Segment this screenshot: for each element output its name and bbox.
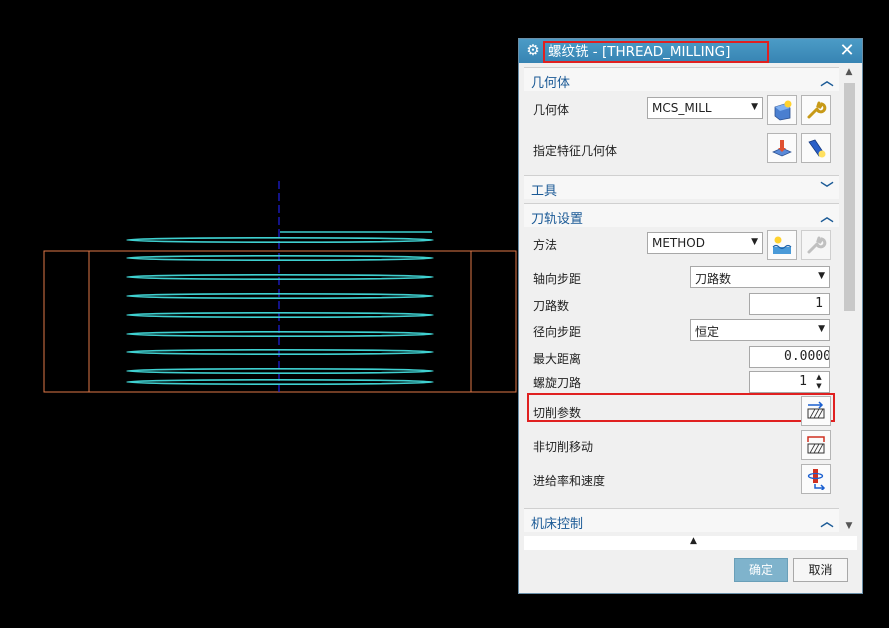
spinner-icon[interactable]: ▲ ▼ <box>813 373 825 392</box>
select-feature-button[interactable] <box>767 133 797 163</box>
scroll-up-icon[interactable]: ▲ <box>841 67 857 79</box>
new-method-button[interactable] <box>767 230 797 260</box>
dialog-content: 几何体 ︿ 几何体 MCS_MILL ▼ 指定特征几何体 工具 ﹀ 刀轨设置 ︿… <box>524 65 839 535</box>
pass-count-input[interactable]: 1 <box>749 293 830 315</box>
wrench-icon <box>807 236 827 254</box>
thread-loop <box>126 273 434 280</box>
chevron-down-icon: ▼ <box>751 237 758 247</box>
section-path-settings-title: 刀轨设置 <box>531 212 584 227</box>
axial-step-select[interactable]: 刀路数 ▼ <box>690 266 830 288</box>
ok-button[interactable]: 确定 <box>734 558 788 582</box>
max-distance-value: 0.0000 <box>784 349 830 364</box>
chevron-down-icon: ▼ <box>818 324 825 334</box>
chevron-down-icon[interactable]: ﹀ <box>819 178 835 197</box>
chevron-up-icon[interactable]: ︿ <box>819 70 835 89</box>
thread-loop <box>126 311 434 318</box>
geometry-label: 几何体 <box>533 103 570 117</box>
method-label: 方法 <box>533 238 558 252</box>
chevron-up-icon[interactable]: ︿ <box>819 511 835 530</box>
close-icon[interactable]: ✕ <box>838 41 856 61</box>
axial-step-value: 刀路数 <box>695 272 732 286</box>
pass-count-value: 1 <box>815 296 823 311</box>
dialog-titlebar[interactable]: ⚙ 螺纹铣 - [THREAD_MILLING] ✕ <box>519 39 862 63</box>
new-method-icon <box>772 236 792 254</box>
cut-parameters-label: 切削参数 <box>533 406 582 420</box>
scroll-down-icon[interactable]: ▼ <box>841 521 857 533</box>
section-tool-title: 工具 <box>531 184 558 199</box>
section-geometry-title: 几何体 <box>531 76 571 91</box>
method-select-value: METHOD <box>652 236 705 250</box>
new-geometry-icon <box>774 100 792 121</box>
thread-loop <box>126 292 434 299</box>
new-geometry-button[interactable] <box>767 95 797 125</box>
section-tool-header[interactable]: 工具 ﹀ <box>524 175 839 199</box>
non-cutting-moves-icon <box>807 436 825 454</box>
scrollbar-thumb[interactable] <box>844 83 855 311</box>
thread-loop <box>126 367 434 374</box>
thread-helix-path <box>126 231 434 385</box>
thread-loop <box>126 330 434 337</box>
thread-loop <box>126 348 434 355</box>
thread-loop <box>126 378 434 385</box>
graphics-viewport[interactable] <box>0 0 518 628</box>
section-machine-control-header[interactable]: 机床控制 ︿ <box>524 508 839 532</box>
cancel-button[interactable]: 取消 <box>793 558 848 582</box>
thread-loop <box>126 237 434 244</box>
non-cutting-moves-button[interactable] <box>801 430 831 460</box>
thread-toolpath-view <box>43 181 517 393</box>
max-distance-input[interactable]: 0.0000 <box>749 346 830 368</box>
feature-geometry-label: 指定特征几何体 <box>533 144 618 158</box>
non-cutting-moves-label: 非切削移动 <box>533 440 594 454</box>
geometry-select-value: MCS_MILL <box>652 101 712 115</box>
edit-geometry-button[interactable] <box>801 95 831 125</box>
method-select[interactable]: METHOD ▼ <box>647 232 763 254</box>
cut-parameters-button[interactable] <box>801 396 831 426</box>
spiral-passes-label: 螺旋刀路 <box>533 376 582 390</box>
feeds-speeds-label: 进给率和速度 <box>533 474 606 488</box>
collapse-bar[interactable]: ▲ <box>524 536 857 550</box>
radial-step-label: 径向步距 <box>533 325 582 339</box>
radial-step-select[interactable]: 恒定 ▼ <box>690 319 830 341</box>
axial-step-label: 轴向步距 <box>533 272 582 286</box>
select-feature-icon <box>772 140 792 157</box>
radial-step-value: 恒定 <box>695 325 720 339</box>
section-machine-control-title: 机床控制 <box>531 517 584 532</box>
thread-loop <box>126 255 434 262</box>
pass-count-label: 刀路数 <box>533 299 570 313</box>
collapse-up-icon[interactable]: ▲ <box>690 536 697 546</box>
max-distance-label: 最大距离 <box>533 352 582 366</box>
geometry-select[interactable]: MCS_MILL ▼ <box>647 97 763 119</box>
spiral-passes-input[interactable]: 1 ▲ ▼ <box>749 371 830 393</box>
part-outline <box>43 250 517 393</box>
feeds-speeds-button[interactable] <box>801 464 831 494</box>
display-feature-button[interactable] <box>801 133 831 163</box>
gear-icon: ⚙ <box>526 41 540 59</box>
chevron-up-icon[interactable]: ︿ <box>819 206 835 225</box>
spiral-passes-value: 1 <box>799 374 807 389</box>
chevron-down-icon: ▼ <box>818 271 825 281</box>
section-path-settings-header[interactable]: 刀轨设置 ︿ <box>524 203 839 227</box>
chevron-down-icon: ▼ <box>751 102 758 112</box>
cut-parameters-icon <box>807 401 825 419</box>
edit-method-button[interactable] <box>801 230 831 260</box>
flashlight-icon <box>808 139 826 158</box>
wrench-icon <box>807 101 827 119</box>
feeds-speeds-icon <box>807 469 826 490</box>
section-geometry-header[interactable]: 几何体 ︿ <box>524 67 839 91</box>
dialog-title: 螺纹铣 - [THREAD_MILLING] <box>543 41 769 63</box>
dialog-scrollbar[interactable]: ▲ ▼ <box>841 65 857 535</box>
thread-milling-dialog: ⚙ 螺纹铣 - [THREAD_MILLING] ✕ 几何体 ︿ 几何体 MCS… <box>518 38 863 594</box>
